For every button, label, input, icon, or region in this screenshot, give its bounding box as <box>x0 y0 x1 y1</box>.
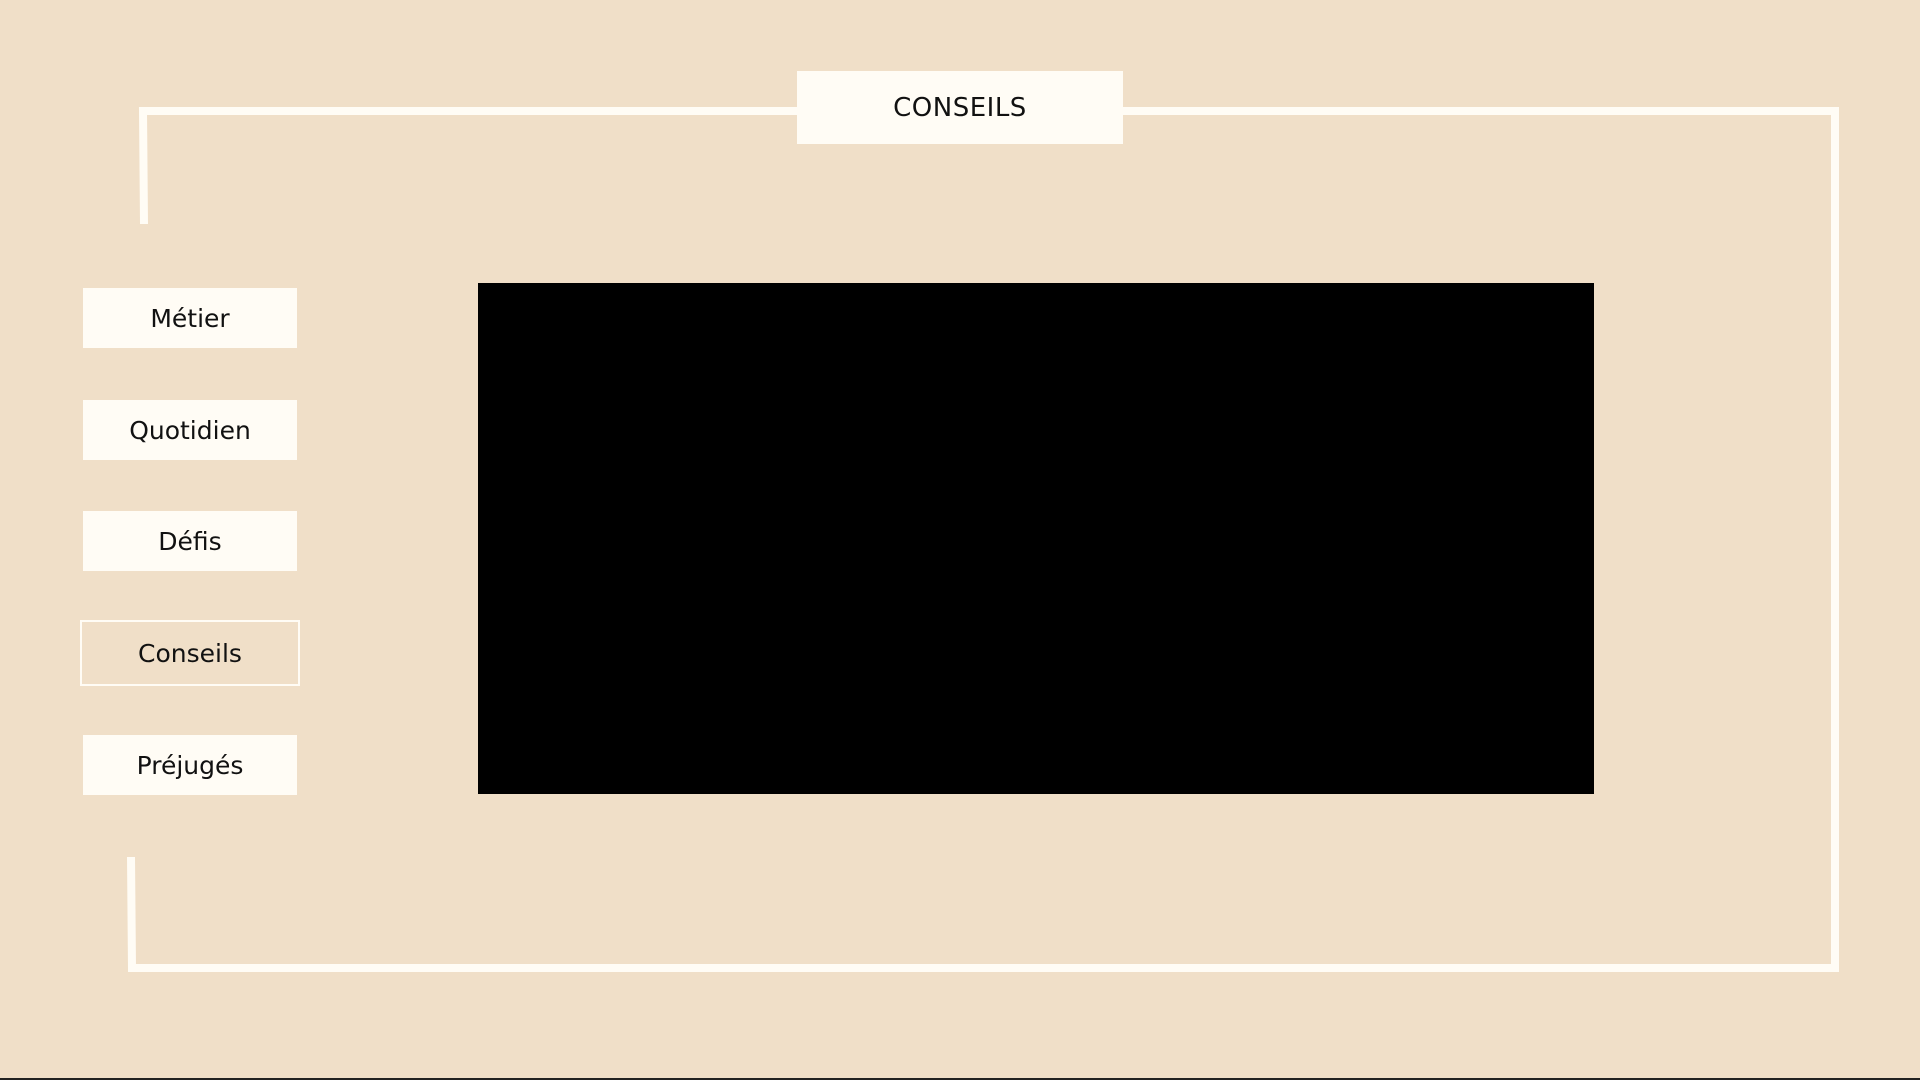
nav-button-defis[interactable]: Défis <box>83 511 297 571</box>
page-title: CONSEILS <box>797 71 1123 144</box>
nav-button-label: Défis <box>158 526 222 556</box>
nav-button-label: Conseils <box>138 638 242 668</box>
nav-button-metier[interactable]: Métier <box>83 288 297 348</box>
page-title-text: CONSEILS <box>893 92 1027 123</box>
nav-button-prejuges[interactable]: Préjugés <box>83 735 297 795</box>
nav-button-conseils[interactable]: Conseils <box>80 620 300 686</box>
frame-top-left-segment <box>138 107 797 225</box>
nav-button-quotidien[interactable]: Quotidien <box>83 400 297 460</box>
nav-button-label: Métier <box>150 303 230 333</box>
nav-button-label: Quotidien <box>129 415 251 445</box>
video-player[interactable] <box>478 283 1594 794</box>
slide: CONSEILS Métier Quotidien Défis Conseils… <box>0 0 1920 1080</box>
nav-button-label: Préjugés <box>136 750 244 780</box>
